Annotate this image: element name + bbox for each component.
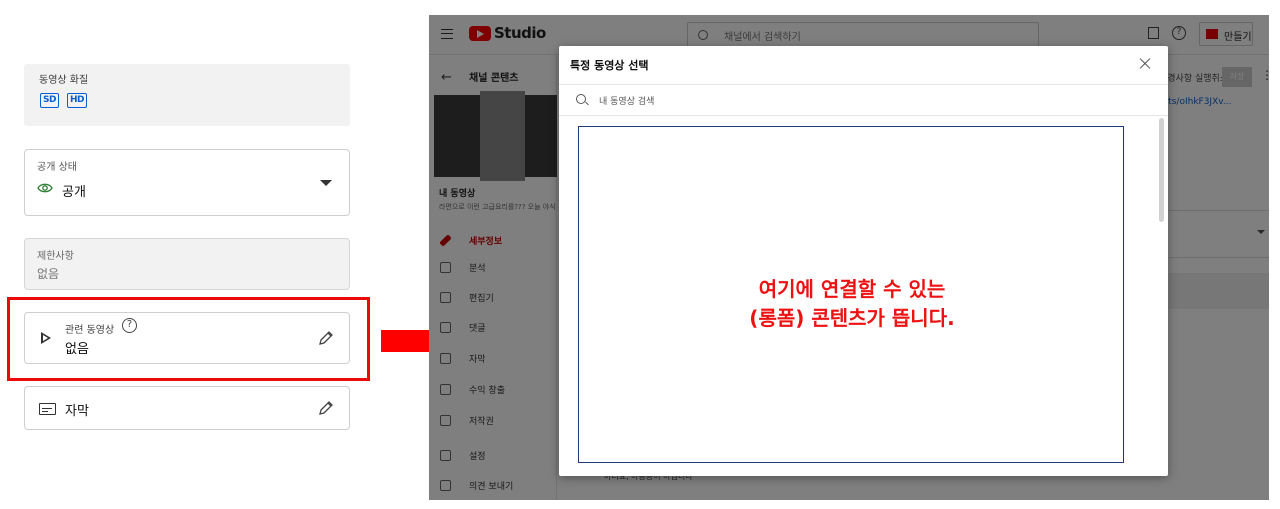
linkable-content-area: 여기에 연결할 수 있는 (롱폼) 콘텐츠가 뜹니다. (578, 126, 1124, 463)
dialog-scrollbar[interactable] (1159, 118, 1164, 222)
subtitles-field[interactable]: 자막 (24, 386, 350, 430)
search-icon (576, 94, 586, 104)
video-quality-label: 동영상 화질 (39, 75, 89, 86)
my-video-search-placeholder: 내 동영상 검색 (599, 97, 655, 107)
pencil-icon[interactable] (317, 399, 335, 417)
restrictions-value: 없음 (37, 267, 60, 281)
subtitles-icon (39, 403, 56, 415)
related-video-value: 없음 (65, 342, 89, 357)
my-video-search-input[interactable]: 내 동영상 검색 (559, 84, 1168, 116)
dialog-title: 특정 동영상 선택 (570, 59, 649, 72)
play-icon (41, 332, 51, 344)
close-icon[interactable] (1137, 56, 1153, 72)
chevron-down-icon[interactable] (320, 180, 332, 186)
visibility-label: 공개 상태 (37, 162, 77, 173)
visibility-value: 공개 (62, 185, 86, 200)
related-video-field[interactable]: 관련 동영상 ? 없음 (24, 312, 350, 364)
content-annotation: 여기에 연결할 수 있는 (롱폼) 콘텐츠가 뜹니다. (579, 275, 1125, 333)
pencil-icon[interactable] (317, 329, 335, 347)
annotation-line-2: (롱폼) 콘텐츠가 뜹니다. (749, 306, 955, 330)
related-video-label: 관련 동영상 (65, 325, 115, 336)
select-video-dialog: 특정 동영상 선택 내 동영상 검색 여기에 연결할 수 있는 (롱폼) 콘텐츠… (559, 46, 1168, 476)
sd-badge-icon: SD (40, 93, 59, 108)
restrictions-field: 제한사항 없음 (24, 238, 350, 290)
restrictions-label: 제한사항 (37, 251, 74, 262)
eye-icon (37, 183, 53, 193)
help-icon[interactable]: ? (122, 318, 137, 333)
annotation-line-1: 여기에 연결할 수 있는 (758, 277, 946, 301)
video-quality-section: 동영상 화질 SD HD (24, 64, 350, 126)
visibility-dropdown[interactable]: 공개 상태 공개 (24, 149, 350, 216)
subtitles-label: 자막 (65, 404, 89, 419)
screenshot-root: 동영상 화질 SD HD 공개 상태 공개 제한사항 없음 관련 동영상 ? 없… (0, 0, 1280, 509)
hd-badge-icon: HD (67, 93, 88, 108)
